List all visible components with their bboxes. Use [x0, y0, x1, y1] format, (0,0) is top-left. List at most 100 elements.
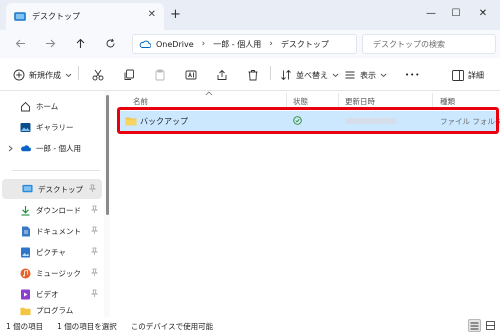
up-button[interactable] — [70, 33, 90, 53]
tiles-view-icon — [486, 321, 495, 330]
nav-item-label: ミュージック — [36, 268, 81, 278]
forward-button[interactable] — [40, 33, 60, 53]
view-label: 表示 — [360, 70, 376, 80]
onedrive-icon — [139, 40, 151, 48]
folder-icon — [20, 305, 31, 316]
nav-item-label: ビデオ — [36, 289, 59, 299]
refresh-icon — [106, 38, 114, 47]
column-header-status[interactable]: 状態 — [293, 96, 308, 107]
new-tab-button[interactable]: + — [170, 7, 181, 22]
divider — [78, 66, 79, 80]
view-button[interactable]: 表示 — [344, 66, 387, 84]
cut-button[interactable] — [90, 67, 106, 83]
nav-item-pictures[interactable]: ピクチャ — [0, 242, 104, 262]
tiles-view-button[interactable] — [484, 319, 497, 332]
chevron-right-icon: › — [201, 39, 206, 49]
sort-ascending-icon — [205, 91, 213, 96]
sort-button[interactable]: 並べ替え — [280, 66, 339, 84]
tab-desktop[interactable]: デスクトップ ✕ — [6, 3, 164, 30]
details-pane-button[interactable]: 詳細 — [452, 66, 484, 84]
back-button[interactable] — [10, 33, 30, 53]
column-header-type[interactable]: 種類 — [440, 96, 455, 107]
nav-item-label: ギャラリー — [36, 122, 74, 132]
pin-icon[interactable] — [90, 205, 99, 215]
pin-icon[interactable] — [90, 268, 99, 278]
chevron-down-icon — [380, 73, 387, 77]
chevron-right-icon: › — [269, 39, 273, 49]
scissors-icon — [92, 69, 104, 81]
plus-circle-icon — [13, 69, 25, 81]
breadcrumb-item[interactable]: OneDrive — [156, 40, 194, 49]
close-tab-icon[interactable]: ✕ — [148, 9, 156, 20]
more-options-button[interactable]: ••• — [405, 66, 420, 84]
highlight-box — [117, 107, 499, 134]
nav-item-documents[interactable]: ドキュメント — [0, 221, 104, 241]
nav-item-onedrive[interactable]: 一郎 - 個人用 — [0, 138, 104, 158]
pin-icon[interactable] — [88, 184, 97, 194]
nav-item-gallery[interactable]: ギャラリー — [0, 117, 104, 137]
status-item-count: 1 個の項目 — [6, 321, 44, 331]
sort-icon — [281, 69, 291, 81]
details-pane-icon — [452, 69, 464, 81]
nav-item-programs[interactable]: プログラム — [0, 304, 104, 317]
status-bar: 1 個の項目 1 個の項目を選択 このデバイスで使用可能 — [0, 317, 500, 335]
divider — [270, 66, 271, 80]
pin-icon[interactable] — [90, 289, 99, 299]
arrow-up-icon — [76, 38, 84, 48]
share-button[interactable] — [214, 67, 230, 83]
nav-item-label: デスクトップ — [38, 184, 83, 194]
column-header-modified[interactable]: 更新日時 — [345, 96, 375, 107]
search-input[interactable]: デスクトップの検索 — [362, 34, 496, 54]
nav-item-home[interactable]: ホーム — [0, 96, 104, 116]
copy-button[interactable] — [121, 67, 137, 83]
home-icon — [20, 101, 31, 112]
nav-item-music[interactable]: ミュージック — [0, 263, 104, 283]
tab-title: デスクトップ — [32, 12, 80, 21]
rename-icon — [185, 70, 197, 80]
list-view-icon — [470, 322, 479, 329]
desktop-icon — [14, 11, 26, 21]
chevron-right-icon[interactable] — [8, 145, 18, 152]
nav-item-desktop[interactable]: デスクトップ — [2, 179, 102, 199]
nav-item-label: プログラム — [36, 306, 74, 315]
music-icon — [20, 268, 31, 279]
breadcrumb-item[interactable]: 一郎 - 個人用 — [213, 39, 261, 50]
copy-icon — [124, 69, 134, 80]
minimize-button[interactable]: — — [420, 4, 442, 22]
breadcrumb-item[interactable]: デスクトップ — [281, 39, 329, 50]
new-button-label: 新規作成 — [29, 70, 61, 80]
rename-button[interactable] — [183, 67, 199, 83]
status-availability: このデバイスで使用可能 — [130, 321, 214, 331]
view-list-icon — [345, 71, 355, 79]
pin-icon[interactable] — [90, 247, 99, 257]
chevron-down-icon — [65, 73, 72, 77]
refresh-button[interactable] — [100, 33, 120, 53]
close-window-button[interactable]: ✕ — [472, 4, 494, 22]
nav-item-label: ホーム — [36, 101, 59, 111]
details-label: 詳細 — [468, 70, 484, 80]
nav-item-label: ドキュメント — [36, 226, 81, 236]
gallery-icon — [20, 122, 31, 133]
new-button[interactable]: 新規作成 — [13, 66, 72, 84]
breadcrumb[interactable]: OneDrive › 一郎 - 個人用 › デスクトップ — [132, 34, 357, 54]
delete-button[interactable] — [245, 67, 261, 83]
paste-button[interactable] — [152, 67, 168, 83]
document-icon — [20, 226, 31, 237]
status-selected: 1 個の項目を選択 — [57, 321, 117, 331]
download-icon — [20, 205, 31, 216]
arrow-right-icon — [45, 39, 55, 47]
nav-item-downloads[interactable]: ダウンロード — [0, 200, 104, 220]
arrow-left-icon — [15, 39, 25, 47]
pin-icon[interactable] — [90, 226, 99, 236]
column-header-name[interactable]: 名前 — [133, 96, 148, 107]
video-icon — [20, 289, 31, 300]
nav-item-label: ピクチャ — [36, 247, 66, 257]
pictures-icon — [20, 247, 31, 258]
nav-item-label: 一郎 - 個人用 — [36, 143, 81, 153]
onedrive-icon — [20, 143, 31, 154]
maximize-button[interactable]: ☐ — [445, 4, 467, 22]
nav-item-videos[interactable]: ビデオ — [0, 284, 104, 304]
desktop-icon — [22, 184, 33, 195]
nav-scrollbar-thumb[interactable] — [106, 95, 109, 215]
details-view-button[interactable] — [468, 319, 481, 332]
